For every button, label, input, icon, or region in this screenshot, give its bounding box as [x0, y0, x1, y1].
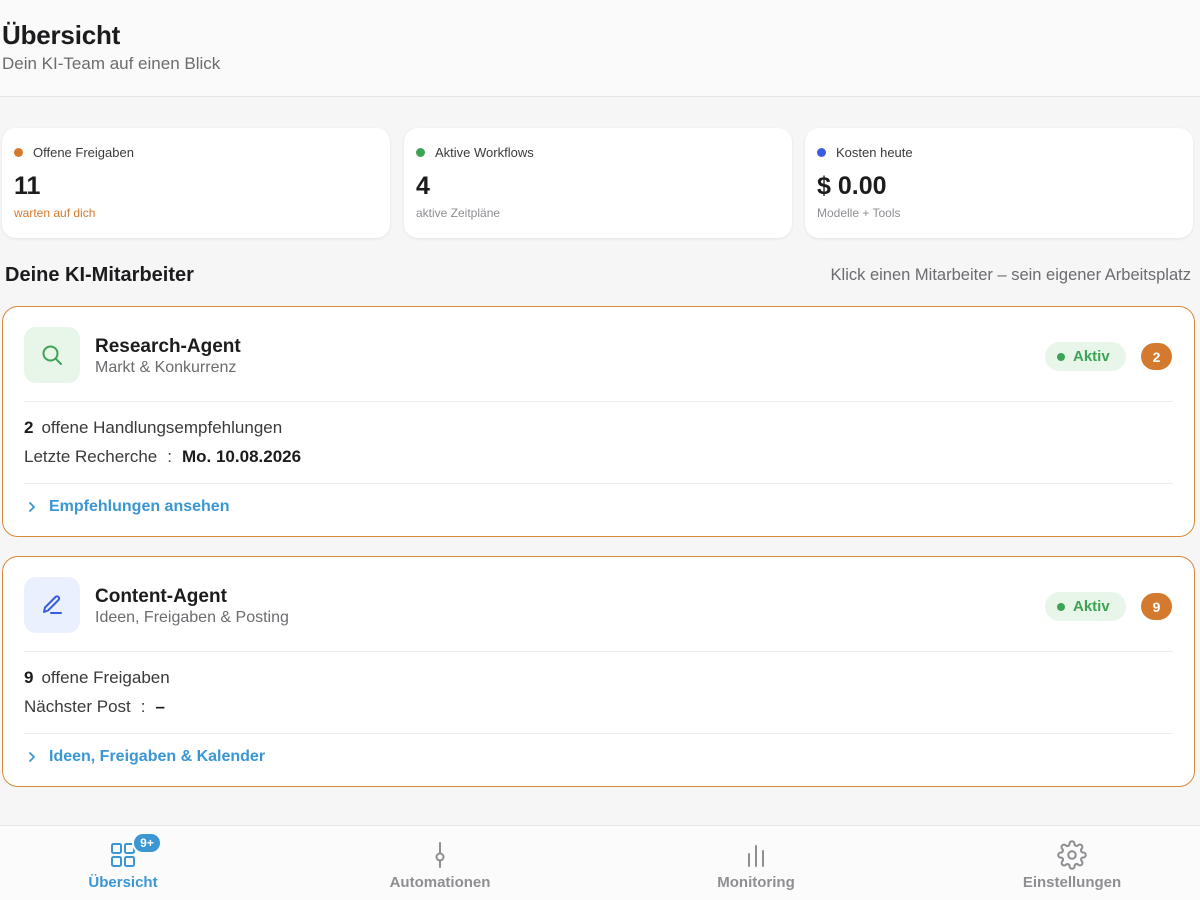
detail-line: Letzte Recherche: Mo. 10.08.2026: [24, 447, 301, 467]
detail-value: Mo. 10.08.2026: [181, 447, 302, 466]
divider: [24, 733, 1173, 734]
agent-icon-box: [24, 577, 80, 633]
status-dot: [1057, 602, 1065, 611]
stat-sub: warten auf dich: [14, 206, 96, 220]
count-badge: 9: [1141, 593, 1172, 620]
detail-label: Nächster Post: [24, 697, 131, 716]
stat-value: 4: [416, 172, 430, 200]
stat-value: $ 0.00: [817, 172, 887, 200]
page-header: Übersicht Dein KI-Team auf einen Blick: [0, 0, 1200, 97]
chevron-right-icon: [27, 501, 37, 513]
agent-icon-box: [24, 327, 80, 383]
stat-sub: aktive Zeitpläne: [416, 206, 501, 220]
detail-separator: :: [140, 697, 146, 716]
tab-label: Einstellungen: [1022, 874, 1122, 891]
chevron-right-icon: [27, 751, 37, 763]
status-dot: [14, 148, 23, 157]
stat-sub: Modelle + Tools: [817, 206, 901, 220]
automation-icon: [425, 840, 455, 870]
pen-icon: [43, 595, 62, 614]
stat-card-active-workflows[interactable]: Aktive Workflows 4 aktive Zeitpläne: [404, 128, 792, 238]
agent-name: Content-Agent: [95, 586, 227, 607]
status-dot: [817, 148, 826, 157]
page-title: Übersicht: [2, 20, 121, 50]
ideas-calendar-link[interactable]: Ideen, Freigaben & Kalender: [27, 748, 265, 766]
detail-line: Nächster Post: –: [24, 697, 165, 717]
tab-label: Automationen: [389, 874, 491, 891]
metric-text: offene Handlungsempfehlungen: [41, 418, 283, 437]
gear-icon: [1057, 840, 1087, 870]
tab-overview[interactable]: 9+ Übersicht: [0, 826, 248, 900]
metric-line: 2 offene Handlungsempfehlungen: [24, 418, 282, 438]
stat-card-open-approvals[interactable]: Offene Freigaben 11 warten auf dich: [2, 128, 390, 238]
tab-settings[interactable]: Einstellungen: [947, 826, 1197, 900]
search-icon: [42, 345, 62, 365]
agent-card-content[interactable]: Content-Agent Ideen, Freigaben & Posting…: [2, 556, 1195, 787]
detail-value: –: [155, 697, 165, 716]
view-recommendations-link[interactable]: Empfehlungen ansehen: [27, 498, 229, 516]
agent-name: Research-Agent: [95, 336, 241, 357]
divider: [24, 651, 1173, 652]
agent-card-research[interactable]: Research-Agent Markt & Konkurrenz Aktiv …: [2, 306, 1195, 537]
status-text: Aktiv: [1073, 348, 1110, 365]
link-label: Ideen, Freigaben & Kalender: [49, 748, 266, 765]
tab-label: Übersicht: [88, 874, 158, 891]
divider: [24, 401, 1173, 402]
bottom-tab-bar: 9+ Übersicht Automationen Monitoring Ein…: [0, 825, 1200, 900]
detail-label: Letzte Recherche: [24, 447, 158, 466]
stat-card-costs-today[interactable]: Kosten heute $ 0.00 Modelle + Tools: [805, 128, 1193, 238]
stat-value: 11: [14, 172, 41, 200]
notification-badge: 9+: [132, 832, 162, 854]
status-badge: Aktiv: [1045, 592, 1126, 621]
agent-role: Ideen, Freigaben & Posting: [95, 609, 289, 626]
tab-label: Monitoring: [717, 874, 795, 891]
count-badge: 2: [1141, 343, 1172, 370]
tab-automations[interactable]: Automationen: [315, 826, 565, 900]
divider: [24, 483, 1173, 484]
metric-line: 9 offene Freigaben: [24, 668, 170, 688]
stat-label: Aktive Workflows: [435, 145, 534, 160]
status-dot: [416, 148, 425, 157]
status-badge: Aktiv: [1045, 342, 1126, 371]
stat-label: Offene Freigaben: [33, 145, 134, 160]
section-hint: Klick einen Mitarbeiter – sein eigener A…: [830, 266, 1191, 284]
section-title: Deine KI-Mitarbeiter: [5, 264, 194, 286]
stat-label: Kosten heute: [836, 145, 913, 160]
status-text: Aktiv: [1073, 598, 1110, 615]
bar-chart-icon: [741, 840, 771, 870]
page-subtitle: Dein KI-Team auf einen Blick: [2, 54, 221, 73]
metric-text: offene Freigaben: [41, 668, 170, 687]
metric-count: 9: [24, 668, 34, 687]
metric-count: 2: [24, 418, 34, 437]
grid-icon: 9+: [108, 832, 162, 870]
link-label: Empfehlungen ansehen: [49, 498, 230, 515]
status-dot: [1057, 352, 1065, 361]
agent-role: Markt & Konkurrenz: [95, 359, 237, 376]
detail-separator: :: [167, 447, 172, 466]
tab-monitoring[interactable]: Monitoring: [631, 826, 881, 900]
